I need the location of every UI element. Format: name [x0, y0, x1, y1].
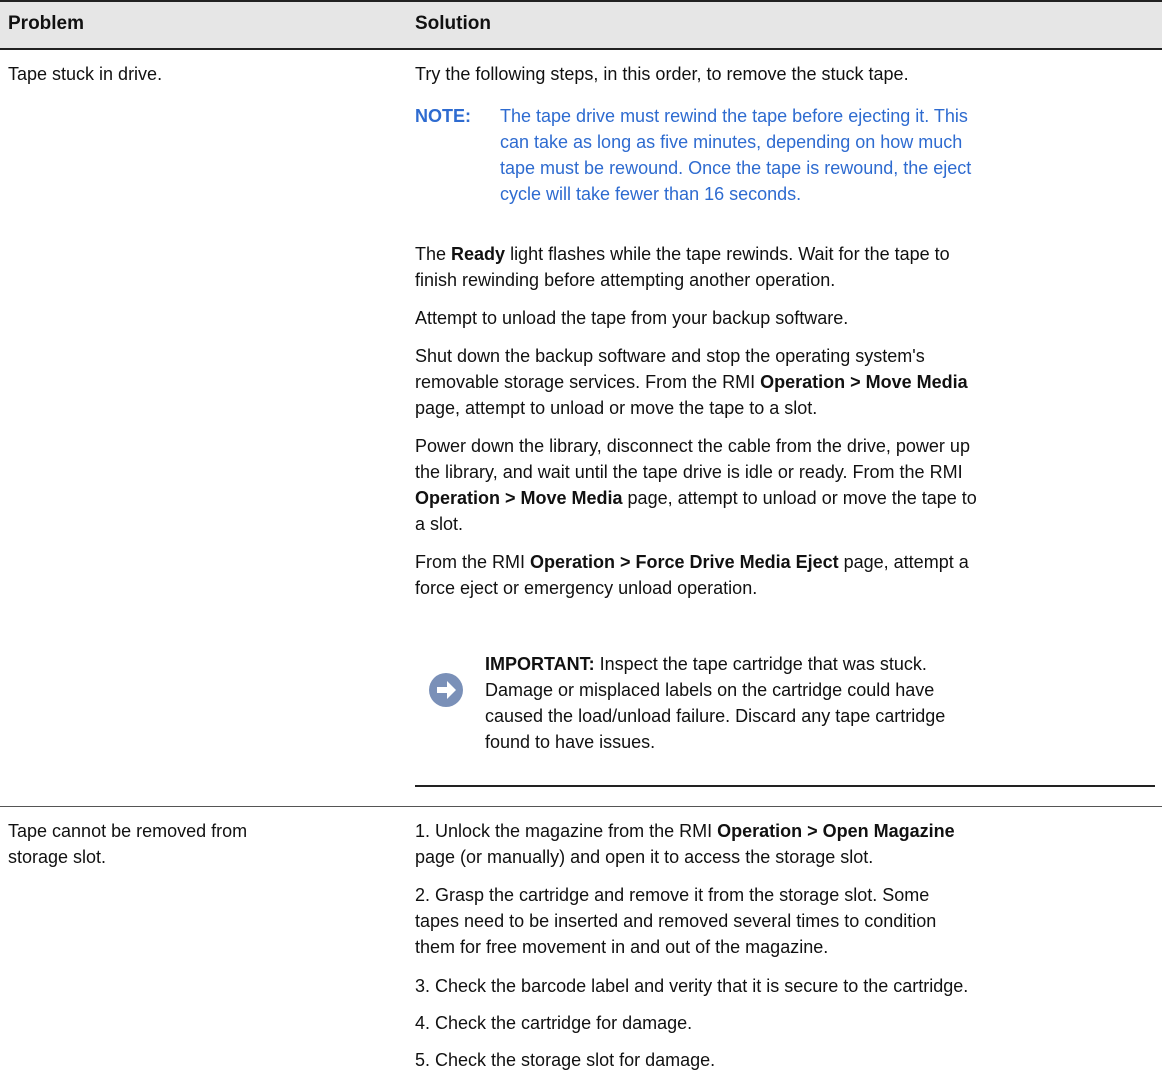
note-line: can take as long as five minutes, depend… — [500, 132, 963, 152]
table-header: Problem Solution — [0, 0, 1162, 50]
step-2: 2. Grasp the cartridge and remove it fro… — [415, 885, 937, 957]
header-solution: Solution — [415, 13, 491, 34]
important-callout: IMPORTANT: Inspect the tape cartridge th… — [415, 651, 1155, 783]
spacer — [415, 618, 1155, 619]
menu-path: Operation > Move Media — [760, 372, 968, 392]
note-line: tape must be rewound. Once the tape is r… — [500, 158, 972, 178]
arrow-right-circle-icon — [429, 673, 463, 707]
menu-path: Operation > Move Media — [415, 488, 623, 508]
menu-path: Operation > Force Drive Media Eject — [530, 552, 839, 572]
problem-cell: Tape stuck in drive. — [8, 64, 163, 84]
important-text: IMPORTANT: Inspect the tape cartridge th… — [485, 654, 946, 752]
note-label: NOTE: — [415, 106, 471, 126]
step-5: 5. Check the storage slot for damage. — [415, 1050, 716, 1070]
note-line: The tape drive must rewind the tape befo… — [500, 106, 968, 126]
callout-divider — [415, 785, 1155, 787]
step-3: 3. Check the barcode label and verity th… — [415, 976, 969, 996]
menu-path: Operation > Open Magazine — [717, 821, 955, 841]
important-label: IMPORTANT: — [485, 654, 595, 674]
unload-paragraph: Attempt to unload the tape from your bac… — [415, 308, 849, 328]
ready-label: Ready — [451, 244, 506, 264]
problem-cell: Tape cannot be removed from storage slot… — [8, 821, 248, 867]
step-4: 4. Check the cartridge for damage. — [415, 1013, 693, 1033]
row-divider — [0, 806, 1162, 807]
shutdown-paragraph: Shut down the backup software and stop t… — [415, 346, 968, 418]
solution-intro: Try the following steps, in this order, … — [415, 64, 909, 84]
header-problem: Problem — [8, 13, 85, 34]
note-text: The tape drive must rewind the tape befo… — [500, 103, 1140, 207]
force-eject-paragraph: From the RMI Operation > Force Drive Med… — [415, 552, 969, 598]
power-down-paragraph: Power down the library, disconnect the c… — [415, 436, 977, 534]
note-line: cycle will take fewer than 16 seconds. — [500, 184, 802, 204]
ready-light-paragraph: The Ready light flashes while the tape r… — [415, 244, 950, 290]
step-1: 1. Unlock the magazine from the RMI Oper… — [415, 821, 955, 867]
note-block: NOTE: The tape drive must rewind the tap… — [415, 103, 1155, 207]
